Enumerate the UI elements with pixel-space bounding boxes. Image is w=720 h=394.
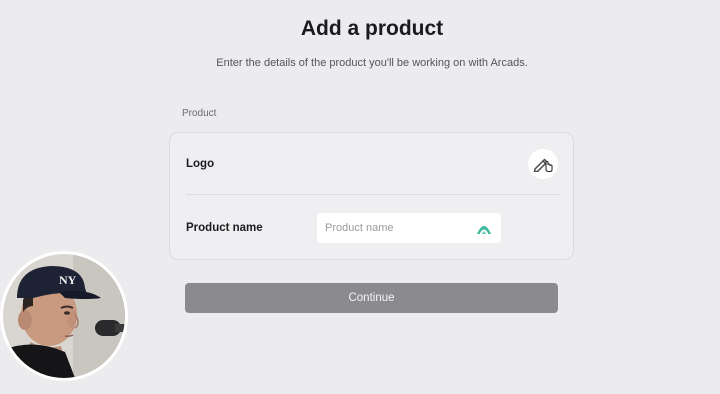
logo-label: Logo (186, 158, 215, 170)
autofill-extension-icon[interactable] (475, 221, 493, 235)
logo-upload-button[interactable] (528, 149, 558, 179)
page-title: Add a product (300, 17, 444, 40)
pen-hand-cursor-icon (533, 158, 553, 172)
product-card: Logo Product name (169, 132, 574, 260)
product-name-input[interactable] (317, 213, 475, 243)
webcam-presenter-image: NY (3, 254, 125, 378)
section-label-product: Product (182, 108, 217, 119)
continue-button[interactable]: Continue (185, 283, 558, 313)
product-name-label: Product name (186, 222, 263, 234)
card-divider (186, 194, 559, 195)
page-subtitle: Enter the details of the product you'll … (216, 57, 528, 69)
svg-text:NY: NY (59, 273, 77, 287)
product-name-field[interactable] (317, 213, 501, 243)
webcam-presenter-overlay: NY (0, 251, 128, 381)
